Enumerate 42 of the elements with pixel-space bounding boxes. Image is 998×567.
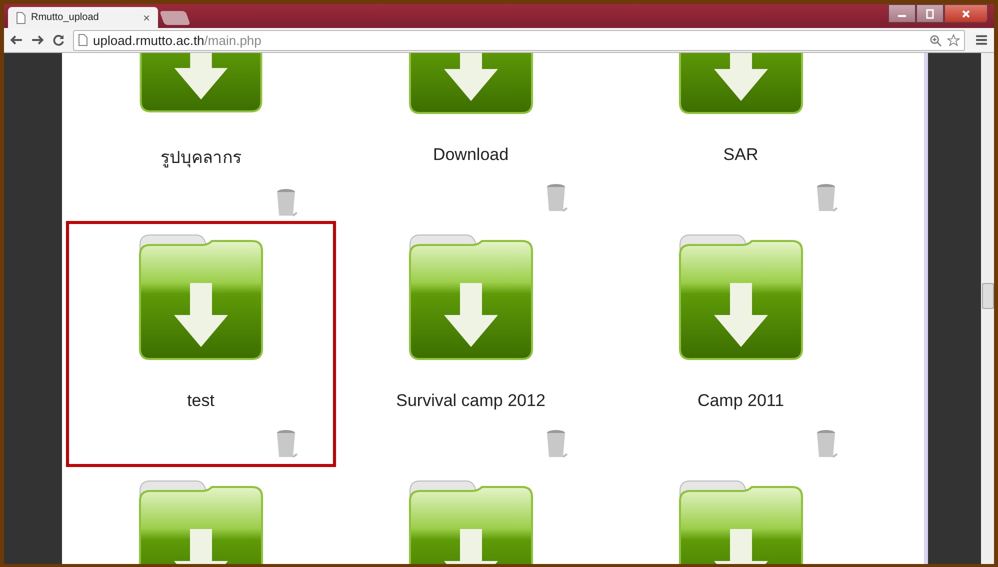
folder-name[interactable]: SAR <box>723 145 758 165</box>
close-icon <box>961 8 971 18</box>
close-button[interactable] <box>944 4 988 23</box>
trash-icon[interactable] <box>276 188 298 218</box>
folder-card[interactable]: test <box>66 221 336 467</box>
address-bar[interactable]: upload.rmutto.ac.th/main.php <box>73 30 965 50</box>
trash-icon[interactable] <box>546 429 568 459</box>
tab-close-button[interactable]: × <box>142 10 150 24</box>
folder-download-icon[interactable] <box>138 233 264 361</box>
folder-card[interactable]: Download <box>336 53 606 221</box>
star-icon[interactable] <box>947 34 960 46</box>
page-icon <box>78 34 88 46</box>
trash-icon[interactable] <box>816 183 838 213</box>
reload-icon[interactable] <box>52 34 65 46</box>
folder-name[interactable]: Camp 2011 <box>697 391 784 411</box>
page-icon <box>16 12 26 24</box>
folder-card[interactable]: รูปบุคลากร <box>66 53 336 221</box>
folder-card[interactable]: SAR <box>606 53 876 221</box>
restore-button[interactable] <box>916 4 944 23</box>
folder-name[interactable]: Survival camp 2012 <box>396 391 546 411</box>
folder-card[interactable]: Camp 2011 <box>606 221 876 467</box>
folder-download-icon[interactable] <box>678 233 804 361</box>
folder-name[interactable]: test <box>187 391 214 411</box>
url-text: upload.rmutto.ac.th/main.php <box>93 32 262 48</box>
forward-icon[interactable] <box>31 34 44 46</box>
folder-name[interactable]: Download <box>432 145 509 165</box>
restore-icon <box>925 8 935 18</box>
new-tab-button[interactable] <box>159 11 191 25</box>
trash-icon[interactable] <box>276 429 298 459</box>
scrollbar-thumb[interactable] <box>982 283 994 309</box>
folder-name[interactable]: รูปบุคลากร <box>160 143 242 170</box>
folder-download-icon[interactable] <box>408 233 534 361</box>
browser-tab[interactable]: Rmutto_upload × <box>8 7 158 28</box>
minimize-button[interactable] <box>888 4 916 23</box>
trash-icon[interactable] <box>546 183 568 213</box>
menu-icon[interactable] <box>975 34 988 46</box>
folder-card[interactable]: Survival camp 2012 <box>336 221 606 467</box>
trash-icon[interactable] <box>816 429 838 459</box>
scrollbar[interactable] <box>981 53 994 564</box>
back-icon[interactable] <box>10 34 23 46</box>
tab-title: Rmutto_upload <box>31 12 100 23</box>
zoom-icon[interactable] <box>929 34 942 46</box>
